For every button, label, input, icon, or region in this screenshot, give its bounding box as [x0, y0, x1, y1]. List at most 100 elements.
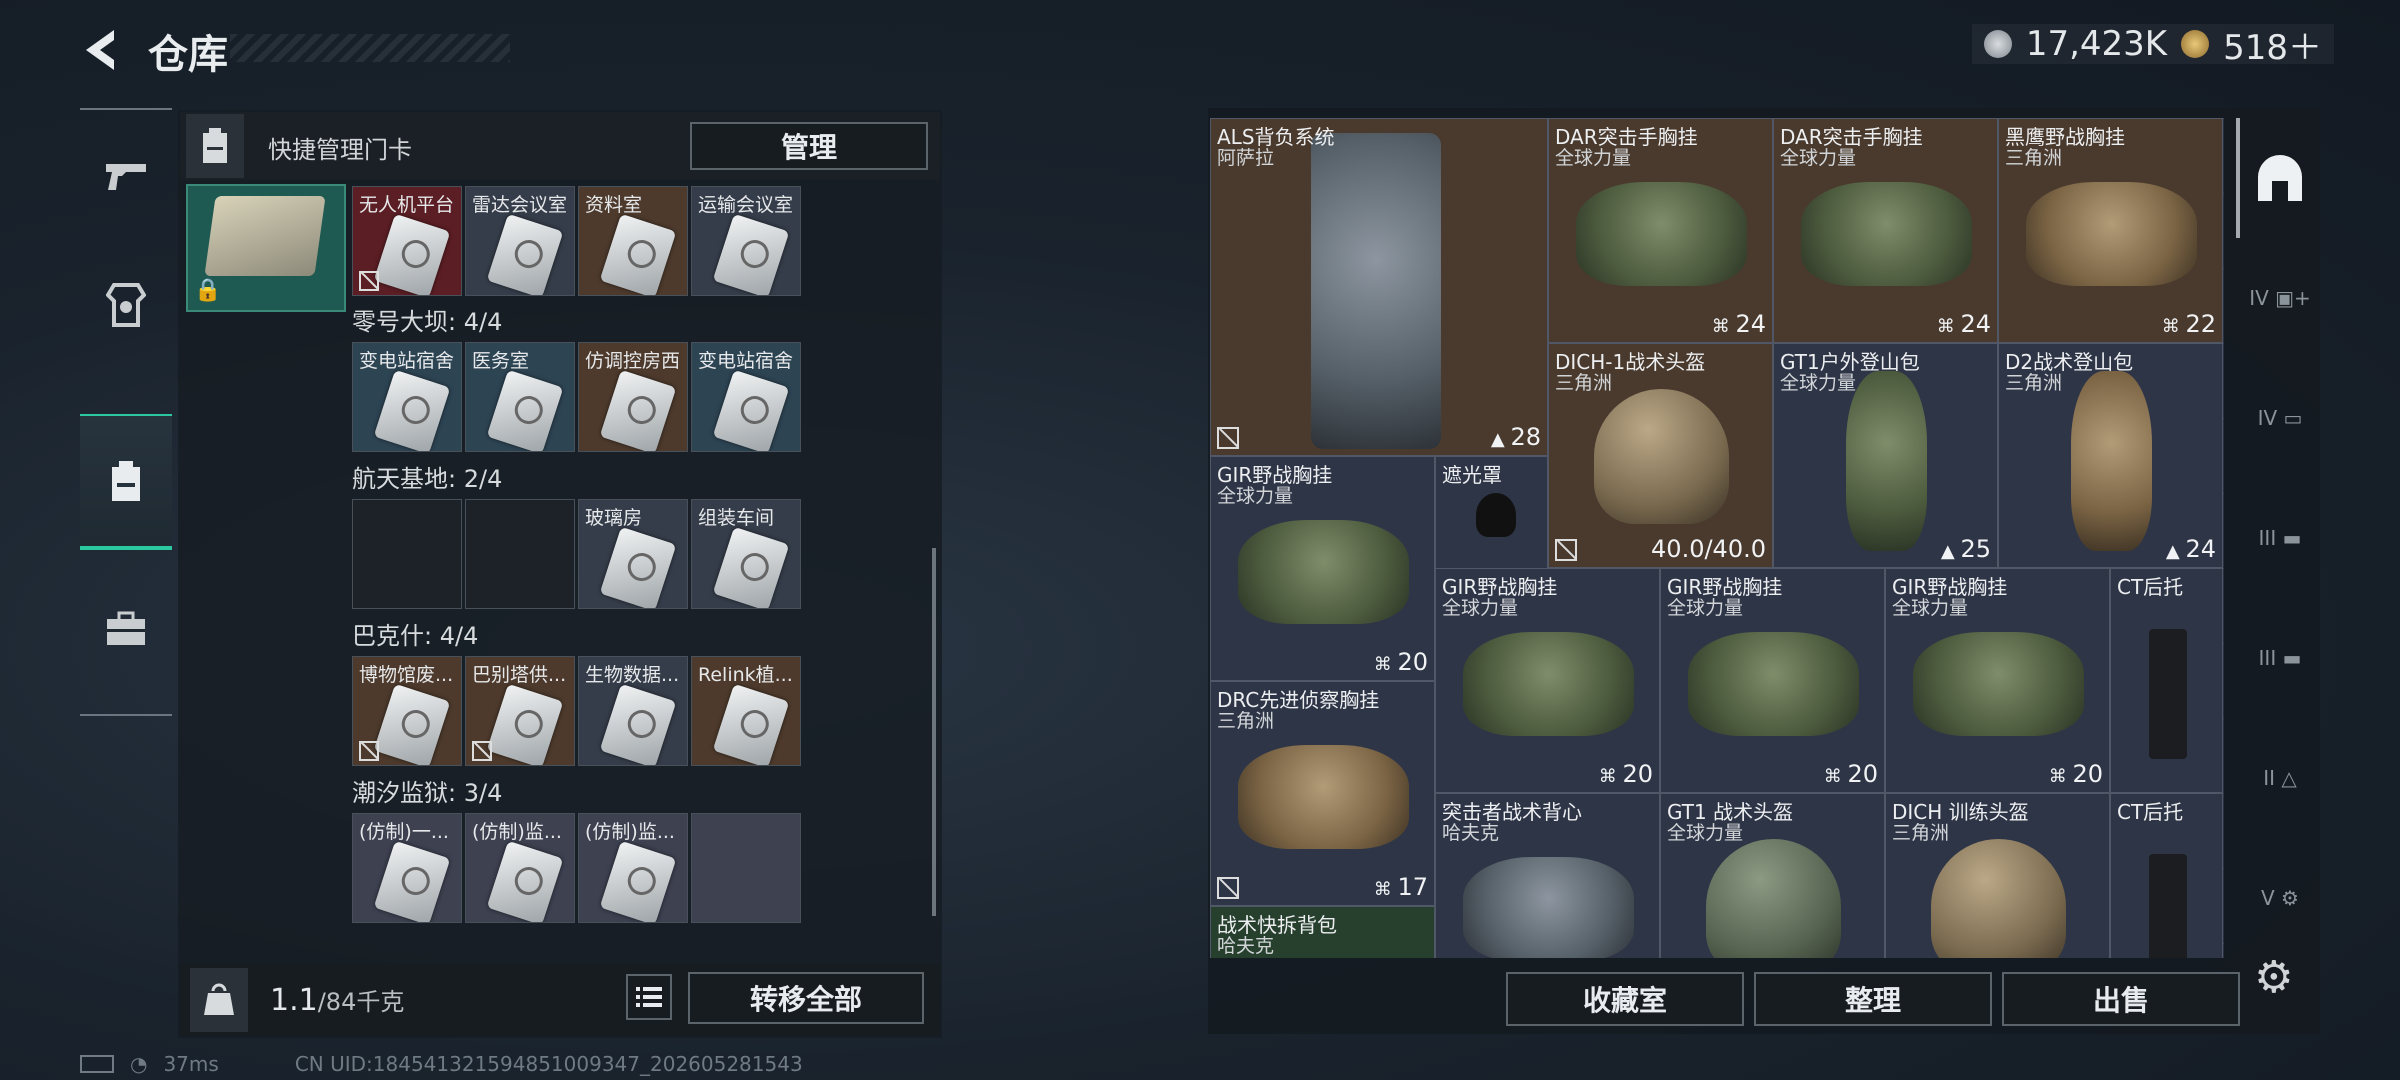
stash-item[interactable]: GT1 战术头盔 全球力量 [1660, 793, 1885, 958]
keycard-slot[interactable]: 变电站宿舍 [691, 342, 801, 452]
keycard-slot[interactable]: 无人机平台 [352, 186, 462, 296]
keycard-slot[interactable]: 巴别塔供... [465, 656, 575, 766]
uid-text: CN UID:1845413215948510093​47_2026052815… [294, 1052, 803, 1076]
no-insure-icon [1555, 539, 1577, 561]
map-section-label: 零号大坝: 4/4 [352, 308, 503, 336]
item-count-value: 24 [1960, 310, 1991, 338]
keycard-slot[interactable]: 运输会议室 [691, 186, 801, 296]
keycard-slot[interactable]: 生物数据... [578, 656, 688, 766]
stash-item[interactable]: DAR突击手胸挂 全球力量 ⌘ 24 [1548, 118, 1773, 343]
nav-keycards[interactable] [80, 414, 172, 550]
chest-rig-image [1801, 182, 1972, 286]
add-container-icon: ▣+ [2275, 286, 2311, 310]
stash-item[interactable]: DICH 训练头盔 三角洲 [1885, 793, 2110, 958]
manage-button[interactable]: 管理 [690, 122, 928, 170]
back-button[interactable] [80, 26, 128, 74]
item-count-value: 28 [1510, 423, 1541, 451]
keycard-slot[interactable] [465, 499, 575, 609]
keycard-image [599, 369, 677, 451]
keycard-slot[interactable]: (仿制)监... [465, 813, 575, 923]
nav-equipment[interactable] [80, 240, 172, 370]
stash-page-main[interactable] [2248, 130, 2312, 226]
stash-page-4a[interactable]: IV ▣+ [2248, 250, 2312, 346]
stash-item[interactable]: GT1户外登山包 全球力量 ▲ 25 [1773, 343, 1998, 568]
organize-button[interactable]: 整理 [1754, 972, 1992, 1026]
stash-item[interactable]: 遮光罩 [1435, 456, 1548, 569]
keycard-slot[interactable]: (仿制)监... [578, 813, 688, 923]
item-faction: 三角洲 [1555, 372, 1613, 394]
stash-page-label: IV [2257, 406, 2278, 430]
stash-page-3b[interactable]: III ▬ [2248, 610, 2312, 706]
stash-item[interactable]: CT后托 [2110, 568, 2223, 793]
gun-icon [106, 164, 146, 190]
stash-item[interactable]: 战术快拆背包 哈夫克 [1210, 906, 1435, 958]
item-faction: 三角洲 [2005, 372, 2063, 394]
stash-item[interactable]: CT后托 [2110, 793, 2223, 958]
list-icon [636, 987, 662, 1007]
settings-gear-icon[interactable]: ⚙ [2254, 952, 2293, 1003]
helmet-image [1931, 839, 2066, 958]
keycard-name: (仿制)监... [472, 821, 562, 843]
stash-item[interactable]: 突击者战术背心 哈夫克 [1435, 793, 1660, 958]
item-count-value: 24 [2185, 535, 2216, 563]
list-view-button[interactable] [626, 974, 672, 1020]
item-faction: 三角洲 [1217, 710, 1275, 732]
stash-item[interactable]: GIR野战胸挂 全球力量 ⌘ 20 [1435, 568, 1660, 793]
keycard-slot[interactable]: 雷达会议室 [465, 186, 575, 296]
keycard-slot[interactable] [352, 499, 462, 609]
stash-item[interactable]: DICH-1战术头盔 三角洲 40.0/40.0 [1548, 343, 1773, 568]
chest-rig-image [1238, 745, 1409, 849]
keycard-slot[interactable]: (仿制)一... [352, 813, 462, 923]
stash-item[interactable]: DAR突击手胸挂 全球力量 ⌘ 24 [1773, 118, 1998, 343]
keycard-slot[interactable]: 仿调控房西 [578, 342, 688, 452]
nav-items[interactable] [80, 564, 172, 694]
currency-2-value[interactable]: 518＋ [2223, 20, 2322, 69]
keycard-slot[interactable]: Relink植... [691, 656, 801, 766]
stash-item[interactable]: ALS背负系统 阿萨拉 ▲ 28 [1210, 118, 1548, 456]
keycard-name: 仿调控房西 [585, 350, 681, 372]
capacity-vest-icon: ⌘ [2161, 316, 2186, 337]
keycard-name: 变电站宿舍 [359, 350, 455, 372]
collection-room-button[interactable]: 收藏室 [1506, 972, 1744, 1026]
item-durability: ⌘ 17 [1374, 873, 1428, 901]
keycard-image [486, 840, 564, 922]
keycard-image [373, 213, 451, 295]
keycard-slot[interactable] [691, 813, 801, 923]
stash-page-label: III [2258, 646, 2277, 670]
stash-scrollbar[interactable] [2236, 118, 2240, 238]
map-section-label: 潮汐监狱: 3/4 [352, 779, 503, 807]
keycard-slot[interactable]: 变电站宿舍 [352, 342, 462, 452]
capacity-bag-icon: ▲ [1940, 541, 1961, 562]
keycard-name: 医务室 [472, 350, 530, 372]
nav-weapons[interactable] [80, 110, 172, 240]
keycard-slot[interactable]: 医务室 [465, 342, 575, 452]
keycard-scrollbar[interactable] [932, 548, 936, 916]
keycard-image [486, 369, 564, 451]
keycard-slot[interactable]: 资料室 [578, 186, 688, 296]
item-name: CT后托 [2117, 800, 2184, 824]
item-count-value: 20 [1622, 760, 1653, 788]
keycard-image [712, 526, 790, 608]
keycard-slot[interactable]: 博物馆废... [352, 656, 462, 766]
item-faction: 三角洲 [1892, 822, 1950, 844]
item-faction: 全球力量 [1780, 147, 1857, 169]
stash-item[interactable]: GIR野战胸挂 全球力量 ⌘ 20 [1660, 568, 1885, 793]
transfer-all-button[interactable]: 转移全部 [688, 972, 924, 1024]
chest-rig-image [2026, 182, 2197, 286]
keycard-slot[interactable]: 玻璃房 [578, 499, 688, 609]
keycard-slot[interactable]: 组装车间 [691, 499, 801, 609]
chest-rig-image [1463, 857, 1634, 958]
stash-page-5[interactable]: V ⚙ [2248, 850, 2312, 946]
sell-button[interactable]: 出售 [2002, 972, 2240, 1026]
left-nav [80, 108, 172, 716]
stash-item[interactable]: DRC先进侦察胸挂 三角洲 ⌘ 17 [1210, 681, 1435, 906]
stash-page-3a[interactable]: III ▬ [2248, 490, 2312, 586]
stash-page-2[interactable]: II △ [2248, 730, 2312, 826]
item-durability: ⌘ 24 [1937, 310, 1991, 338]
stash-item[interactable]: GIR野战胸挂 全球力量 ⌘ 20 [1885, 568, 2110, 793]
stash-page-4b[interactable]: IV ▭ [2248, 370, 2312, 466]
item-durability: 40.0/40.0 [1651, 535, 1766, 563]
stash-item[interactable]: D2战术登山包 三角洲 ▲ 24 [1998, 343, 2223, 568]
stash-item[interactable]: GIR野战胸挂 全球力量 ⌘ 20 [1210, 456, 1435, 681]
stash-item[interactable]: 黑鹰野战胸挂 三角洲 ⌘ 22 [1998, 118, 2223, 343]
